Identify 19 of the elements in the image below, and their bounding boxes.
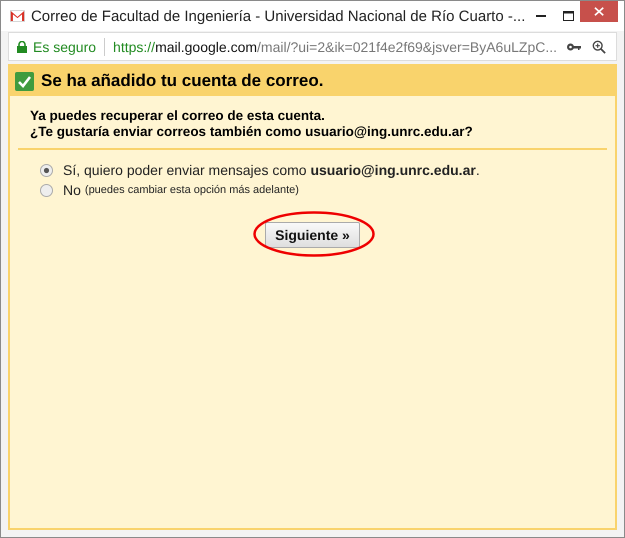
address-bar[interactable]: Es seguro https://mail.google.com/mail/?ui=2&ik=021f4e2f69&jsver=ByA6uLZpC...: [8, 32, 617, 61]
option-note: (puedes cambiar esta opción más adelante): [84, 184, 299, 196]
intro-text: Ya puedes recuperar el correo de esta cuenta.: [30, 108, 326, 124]
minimize-icon[interactable]: [536, 15, 546, 17]
radio-button[interactable]: [40, 164, 53, 176]
intro-text: ¿Te gustaría enviar correos también como usuario@ing.unrc.edu.ar?: [30, 124, 474, 140]
lock-icon: [17, 40, 27, 52]
security-label: Es seguro: [33, 38, 96, 54]
banner-title: Se ha añadido tu cuenta de correo.: [41, 71, 324, 91]
zoom-icon[interactable]: [591, 40, 607, 54]
close-icon[interactable]: [580, 1, 618, 22]
radio-button[interactable]: [40, 184, 53, 196]
url-text: https://mail.google.com/mail/?ui=2&ik=021f4e2f69&jsver=ByA6uLZpC...: [113, 38, 558, 54]
window-title: Correo de Facultad de Ingeniería - Universidad Nacional de Río Cuarto -...: [30, 8, 526, 24]
option-label: No: [63, 182, 81, 198]
maximize-icon[interactable]: [562, 11, 574, 21]
mail-envelope-icon: [10, 9, 25, 23]
next-button[interactable]: Siguiente »: [265, 222, 360, 248]
option-label: Sí, quiero poder enviar mensajes como usuario@ing.unrc.edu.ar.: [63, 162, 480, 178]
